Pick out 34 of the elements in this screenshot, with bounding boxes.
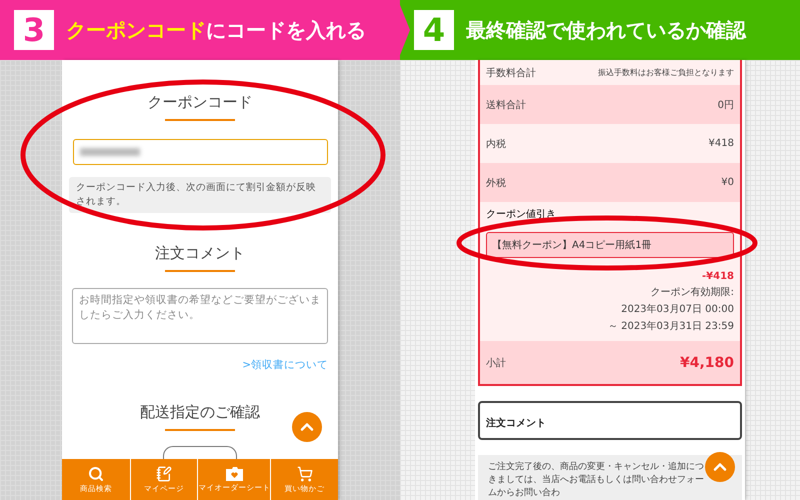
validity-label: クーポン有効期限: [650, 286, 734, 299]
folder-heart-icon [226, 466, 243, 481]
step-number: 3 [14, 10, 54, 50]
order-notice: ご注文完了後の、商品の変更・キャンセル・追加につきましては、当店へお電話もしくは問い合わせフォームからお問い合わ [478, 455, 742, 500]
coupon-code-field[interactable] [72, 139, 328, 165]
comment-title: 注文コメント [486, 418, 546, 429]
row-label: 外税 [486, 176, 506, 190]
row-label: 内税 [486, 138, 506, 150]
row-value: ¥418 [708, 138, 734, 149]
step-number: 4 [414, 10, 454, 50]
validity-from: 2023年03月07日 00:00 [621, 303, 734, 316]
discount-amount: -¥418 [702, 271, 734, 282]
section-title: 注文コメント [155, 243, 245, 263]
row-value: ¥0 [721, 177, 734, 188]
section-title: クーポンコード [148, 92, 252, 112]
scroll-top-button[interactable] [292, 412, 322, 442]
notebook-pen-icon [156, 466, 172, 482]
section-title: 配送指定のご確認 [140, 402, 260, 422]
row-value: 0円 [718, 98, 734, 112]
blurred-text [80, 148, 140, 156]
step-title: 最終確認で使われているか確認 [466, 16, 746, 44]
row-value: 振込手数料はお客様ご負担となります [598, 67, 734, 78]
coupon-name-field: 【無料クーポン】A4コピー用紙1冊 [486, 232, 734, 258]
receipt-link[interactable]: >領収書について [242, 358, 328, 372]
row-label: 送料合計 [486, 98, 526, 112]
row-label: 手数料合計 [486, 66, 536, 80]
cart-icon [296, 466, 313, 482]
subtotal-value: ¥4,180 [680, 354, 734, 370]
step-title: クーポンコードにコードを入れる [66, 16, 366, 44]
validity-to: ～ 2023年03月31日 23:59 [608, 320, 734, 333]
row-label: 小計 [486, 356, 506, 370]
coupon-notice: クーポンコード入力後、次の画面にて割引金額が反映されます。 [69, 177, 331, 213]
search-icon [88, 466, 104, 482]
comment-field[interactable]: お時間指定や領収書の希望などご要望がございましたらご入力ください。 [72, 288, 328, 344]
